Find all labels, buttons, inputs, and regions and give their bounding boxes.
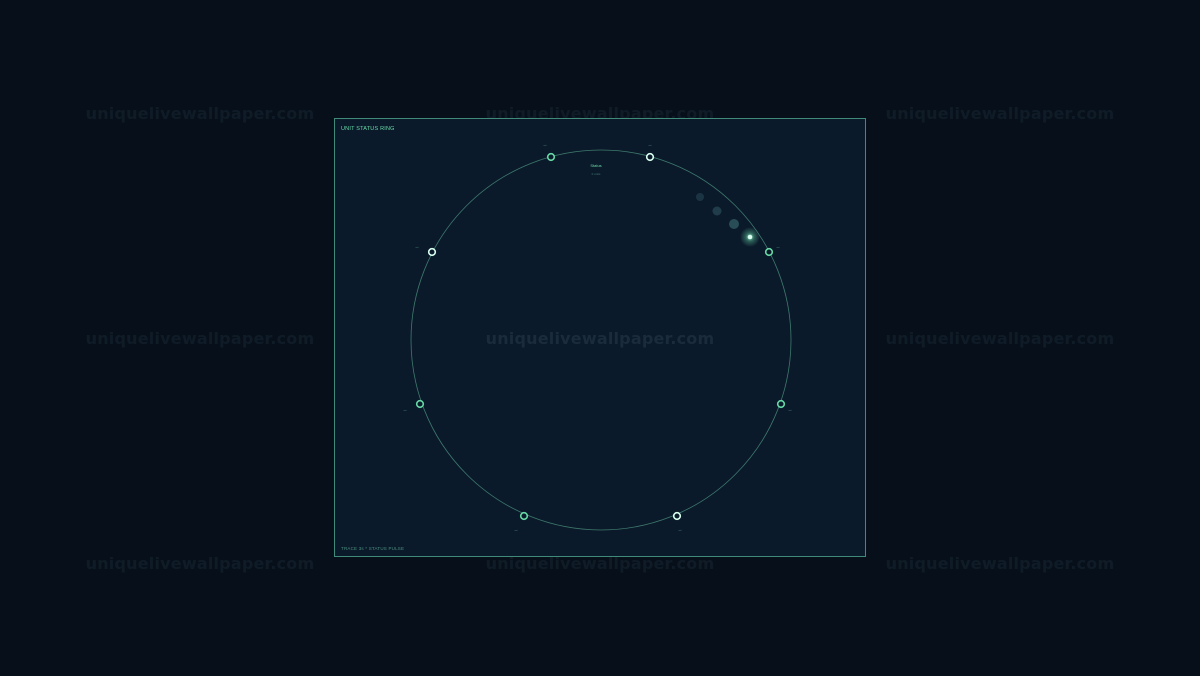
watermark: uniquelivewallpaper.com (885, 104, 1115, 123)
watermark: uniquelivewallpaper.com (85, 554, 315, 573)
status-node[interactable] (546, 152, 556, 162)
node-label: unit (514, 529, 518, 532)
trail-dot (696, 193, 704, 201)
status-node[interactable] (764, 247, 774, 257)
node-label: unit (403, 409, 407, 412)
watermark: uniquelivewallpaper.com (885, 329, 1115, 348)
watermark: uniquelivewallpaper.com (85, 104, 315, 123)
trail-dot (729, 219, 739, 229)
status-node[interactable] (519, 511, 529, 521)
status-node[interactable] (645, 152, 655, 162)
node-label: unit (415, 246, 419, 249)
node-label: unit (543, 144, 547, 147)
watermark: uniquelivewallpaper.com (485, 329, 715, 348)
center-label: Status (590, 163, 601, 168)
status-node[interactable] (427, 247, 437, 257)
node-label: unit (788, 409, 792, 412)
trail-dot (712, 206, 722, 216)
node-label: unit (776, 246, 780, 249)
status-node[interactable] (672, 511, 682, 521)
status-node[interactable] (776, 399, 786, 409)
pulse-dot (747, 234, 753, 240)
watermark: uniquelivewallpaper.com (885, 554, 1115, 573)
node-label: unit (648, 144, 652, 147)
panel-footer: TRACE 3s * STATUS PULSE (341, 546, 405, 551)
node-label: unit (678, 529, 682, 532)
watermark: uniquelivewallpaper.com (85, 329, 315, 348)
pulse-trail (696, 193, 760, 247)
status-node[interactable] (415, 399, 425, 409)
center-sublabel: 0 units (592, 172, 601, 176)
stage: uniquelivewallpaper.com uniquelivewallpa… (0, 0, 1200, 676)
